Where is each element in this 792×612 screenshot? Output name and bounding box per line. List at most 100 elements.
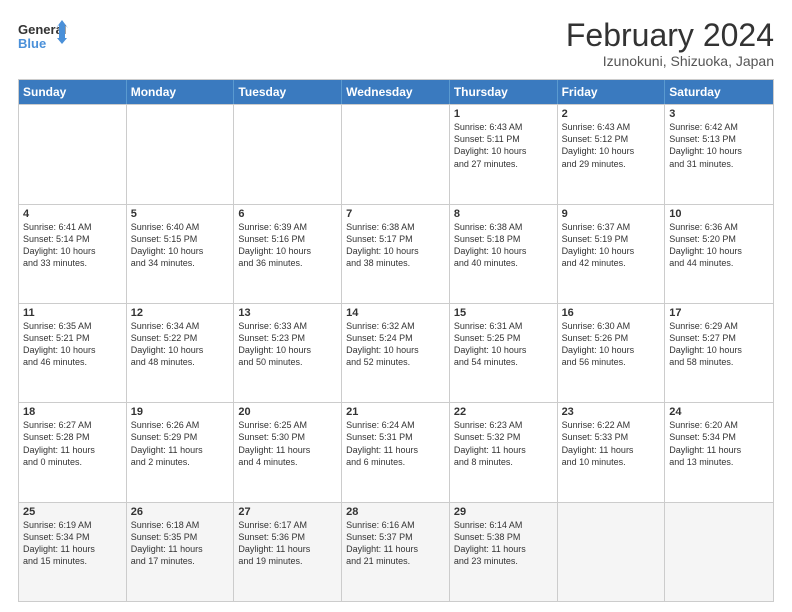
cell-sun-info: Sunrise: 6:24 AM Sunset: 5:31 PM Dayligh… [346,419,445,468]
cell-sun-info: Sunrise: 6:29 AM Sunset: 5:27 PM Dayligh… [669,320,769,369]
cell-sun-info: Sunrise: 6:22 AM Sunset: 5:33 PM Dayligh… [562,419,661,468]
calendar-week-3: 11Sunrise: 6:35 AM Sunset: 5:21 PM Dayli… [19,303,773,402]
cell-sun-info: Sunrise: 6:19 AM Sunset: 5:34 PM Dayligh… [23,519,122,568]
calendar-cell-w1-d6: 2Sunrise: 6:43 AM Sunset: 5:12 PM Daylig… [558,105,666,203]
calendar-location: Izunokuni, Shizuoka, Japan [566,53,774,69]
header-thursday: Thursday [450,80,558,104]
cell-sun-info: Sunrise: 6:33 AM Sunset: 5:23 PM Dayligh… [238,320,337,369]
calendar-cell-w3-d1: 11Sunrise: 6:35 AM Sunset: 5:21 PM Dayli… [19,304,127,402]
cell-date-number: 4 [23,208,122,220]
cell-date-number: 20 [238,406,337,418]
cell-sun-info: Sunrise: 6:35 AM Sunset: 5:21 PM Dayligh… [23,320,122,369]
calendar-cell-w5-d6 [558,503,666,601]
svg-text:Blue: Blue [18,36,46,51]
cell-sun-info: Sunrise: 6:30 AM Sunset: 5:26 PM Dayligh… [562,320,661,369]
calendar-cell-w2-d3: 6Sunrise: 6:39 AM Sunset: 5:16 PM Daylig… [234,205,342,303]
cell-sun-info: Sunrise: 6:37 AM Sunset: 5:19 PM Dayligh… [562,221,661,270]
cell-sun-info: Sunrise: 6:31 AM Sunset: 5:25 PM Dayligh… [454,320,553,369]
calendar-cell-w2-d1: 4Sunrise: 6:41 AM Sunset: 5:14 PM Daylig… [19,205,127,303]
cell-date-number: 27 [238,506,337,518]
cell-sun-info: Sunrise: 6:36 AM Sunset: 5:20 PM Dayligh… [669,221,769,270]
cell-date-number: 17 [669,307,769,319]
calendar-week-1: 1Sunrise: 6:43 AM Sunset: 5:11 PM Daylig… [19,104,773,203]
calendar-cell-w5-d3: 27Sunrise: 6:17 AM Sunset: 5:36 PM Dayli… [234,503,342,601]
cell-sun-info: Sunrise: 6:16 AM Sunset: 5:37 PM Dayligh… [346,519,445,568]
calendar-cell-w2-d6: 9Sunrise: 6:37 AM Sunset: 5:19 PM Daylig… [558,205,666,303]
cell-sun-info: Sunrise: 6:38 AM Sunset: 5:18 PM Dayligh… [454,221,553,270]
header-wednesday: Wednesday [342,80,450,104]
calendar-cell-w3-d6: 16Sunrise: 6:30 AM Sunset: 5:26 PM Dayli… [558,304,666,402]
calendar-cell-w5-d5: 29Sunrise: 6:14 AM Sunset: 5:38 PM Dayli… [450,503,558,601]
calendar-cell-w4-d2: 19Sunrise: 6:26 AM Sunset: 5:29 PM Dayli… [127,403,235,501]
cell-sun-info: Sunrise: 6:43 AM Sunset: 5:11 PM Dayligh… [454,121,553,170]
cell-date-number: 22 [454,406,553,418]
logo: General Blue [18,18,68,54]
cell-date-number: 2 [562,108,661,120]
header-friday: Friday [558,80,666,104]
cell-date-number: 1 [454,108,553,120]
cell-date-number: 29 [454,506,553,518]
calendar-cell-w3-d2: 12Sunrise: 6:34 AM Sunset: 5:22 PM Dayli… [127,304,235,402]
calendar-cell-w4-d4: 21Sunrise: 6:24 AM Sunset: 5:31 PM Dayli… [342,403,450,501]
cell-sun-info: Sunrise: 6:42 AM Sunset: 5:13 PM Dayligh… [669,121,769,170]
cell-date-number: 3 [669,108,769,120]
cell-date-number: 9 [562,208,661,220]
cell-date-number: 15 [454,307,553,319]
cell-date-number: 21 [346,406,445,418]
cell-date-number: 18 [23,406,122,418]
cell-date-number: 19 [131,406,230,418]
calendar-title: February 2024 [566,18,774,53]
calendar-cell-w5-d2: 26Sunrise: 6:18 AM Sunset: 5:35 PM Dayli… [127,503,235,601]
cell-sun-info: Sunrise: 6:14 AM Sunset: 5:38 PM Dayligh… [454,519,553,568]
cell-date-number: 8 [454,208,553,220]
cell-date-number: 5 [131,208,230,220]
calendar-cell-w3-d3: 13Sunrise: 6:33 AM Sunset: 5:23 PM Dayli… [234,304,342,402]
cell-sun-info: Sunrise: 6:25 AM Sunset: 5:30 PM Dayligh… [238,419,337,468]
calendar-cell-w1-d4 [342,105,450,203]
calendar-cell-w3-d7: 17Sunrise: 6:29 AM Sunset: 5:27 PM Dayli… [665,304,773,402]
cell-sun-info: Sunrise: 6:23 AM Sunset: 5:32 PM Dayligh… [454,419,553,468]
cell-date-number: 7 [346,208,445,220]
calendar-cell-w4-d6: 23Sunrise: 6:22 AM Sunset: 5:33 PM Dayli… [558,403,666,501]
cell-date-number: 11 [23,307,122,319]
calendar-cell-w1-d1 [19,105,127,203]
calendar: Sunday Monday Tuesday Wednesday Thursday… [18,79,774,602]
cell-sun-info: Sunrise: 6:41 AM Sunset: 5:14 PM Dayligh… [23,221,122,270]
page: General Blue February 2024 Izunokuni, Sh… [0,0,792,612]
calendar-cell-w3-d4: 14Sunrise: 6:32 AM Sunset: 5:24 PM Dayli… [342,304,450,402]
calendar-cell-w5-d4: 28Sunrise: 6:16 AM Sunset: 5:37 PM Dayli… [342,503,450,601]
header-saturday: Saturday [665,80,773,104]
logo-svg: General Blue [18,18,68,54]
cell-date-number: 13 [238,307,337,319]
header-tuesday: Tuesday [234,80,342,104]
cell-date-number: 10 [669,208,769,220]
calendar-cell-w1-d3 [234,105,342,203]
cell-date-number: 23 [562,406,661,418]
calendar-week-4: 18Sunrise: 6:27 AM Sunset: 5:28 PM Dayli… [19,402,773,501]
cell-date-number: 14 [346,307,445,319]
cell-sun-info: Sunrise: 6:26 AM Sunset: 5:29 PM Dayligh… [131,419,230,468]
calendar-cell-w2-d5: 8Sunrise: 6:38 AM Sunset: 5:18 PM Daylig… [450,205,558,303]
calendar-cell-w5-d1: 25Sunrise: 6:19 AM Sunset: 5:34 PM Dayli… [19,503,127,601]
calendar-cell-w4-d7: 24Sunrise: 6:20 AM Sunset: 5:34 PM Dayli… [665,403,773,501]
cell-sun-info: Sunrise: 6:38 AM Sunset: 5:17 PM Dayligh… [346,221,445,270]
calendar-header-row: Sunday Monday Tuesday Wednesday Thursday… [19,80,773,104]
cell-sun-info: Sunrise: 6:18 AM Sunset: 5:35 PM Dayligh… [131,519,230,568]
calendar-week-5: 25Sunrise: 6:19 AM Sunset: 5:34 PM Dayli… [19,502,773,601]
cell-sun-info: Sunrise: 6:27 AM Sunset: 5:28 PM Dayligh… [23,419,122,468]
calendar-cell-w4-d3: 20Sunrise: 6:25 AM Sunset: 5:30 PM Dayli… [234,403,342,501]
cell-date-number: 25 [23,506,122,518]
title-block: February 2024 Izunokuni, Shizuoka, Japan [566,18,774,69]
cell-date-number: 24 [669,406,769,418]
cell-sun-info: Sunrise: 6:34 AM Sunset: 5:22 PM Dayligh… [131,320,230,369]
header-monday: Monday [127,80,235,104]
calendar-cell-w4-d5: 22Sunrise: 6:23 AM Sunset: 5:32 PM Dayli… [450,403,558,501]
cell-sun-info: Sunrise: 6:32 AM Sunset: 5:24 PM Dayligh… [346,320,445,369]
calendar-week-2: 4Sunrise: 6:41 AM Sunset: 5:14 PM Daylig… [19,204,773,303]
cell-sun-info: Sunrise: 6:20 AM Sunset: 5:34 PM Dayligh… [669,419,769,468]
cell-date-number: 26 [131,506,230,518]
calendar-cell-w4-d1: 18Sunrise: 6:27 AM Sunset: 5:28 PM Dayli… [19,403,127,501]
calendar-cell-w2-d4: 7Sunrise: 6:38 AM Sunset: 5:17 PM Daylig… [342,205,450,303]
cell-date-number: 6 [238,208,337,220]
cell-date-number: 16 [562,307,661,319]
